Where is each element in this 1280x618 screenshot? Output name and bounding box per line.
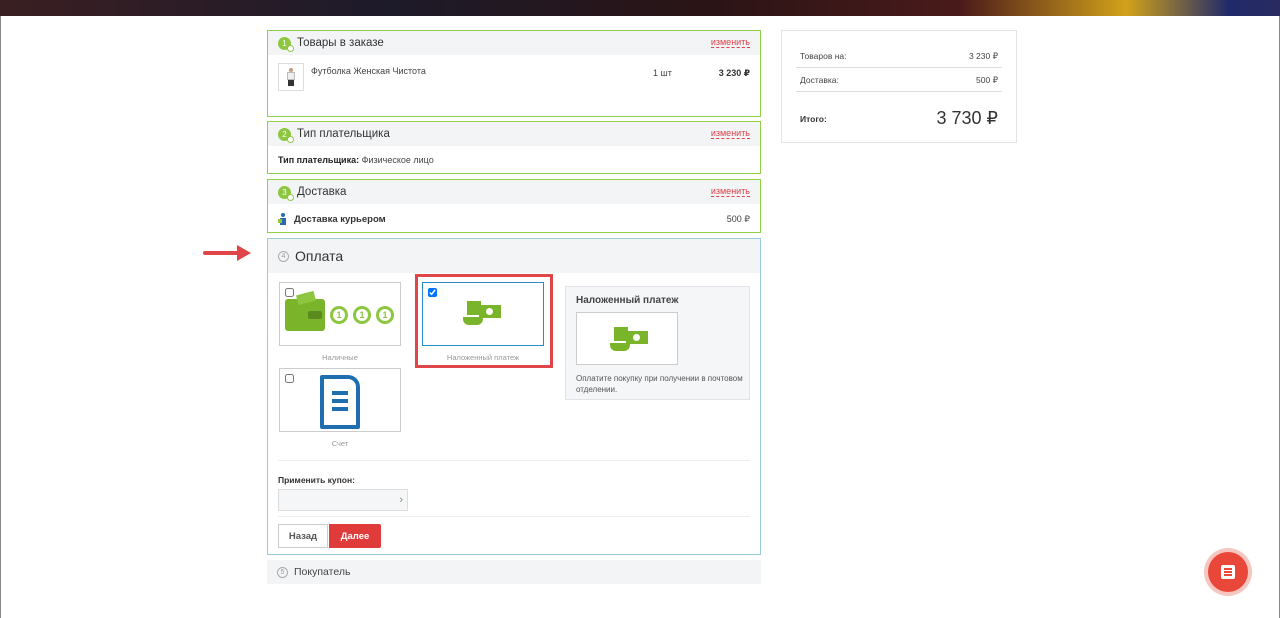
order-items-header: 1 Товары в заказе изменить [268, 31, 760, 55]
step-2-icon: 2 [278, 127, 294, 143]
step-5-icon: 5 [277, 566, 288, 578]
section-title: Покупатель [294, 566, 351, 578]
step-3-icon: 3 [278, 185, 294, 201]
back-button[interactable]: Назад [278, 524, 328, 548]
change-payer-type-link[interactable]: изменить [710, 128, 750, 139]
summary-divider [796, 91, 1002, 92]
delivery-section: 3 Доставка изменить Доставка курьером 50… [267, 179, 761, 233]
delivery-method-name: Доставка курьером [294, 214, 386, 225]
chevron-right-icon[interactable]: › [399, 494, 403, 506]
section-title: Тип плательщика [297, 128, 390, 140]
product-price: 3 230 ₽ [718, 68, 750, 78]
divider [278, 460, 750, 461]
step-4-icon: 4 [278, 250, 289, 262]
summary-delivery-row: Доставка: 500 ₽ [800, 75, 998, 85]
change-order-items-link[interactable]: изменить [710, 37, 750, 48]
section-title: Доставка [297, 186, 347, 198]
buyer-section: 5 Покупатель [267, 560, 761, 584]
payment-option-invoice[interactable] [279, 368, 401, 432]
payer-type-header: 2 Тип плательщика изменить [268, 122, 760, 146]
section-title: Оплата [295, 248, 344, 264]
wallet-coins-icon [285, 290, 325, 331]
summary-divider [796, 67, 1002, 68]
summary-goods-value: 3 230 ₽ [968, 51, 998, 61]
chat-fab-button[interactable] [1208, 552, 1248, 592]
section-title: Товары в заказе [297, 37, 384, 49]
selected-payment-image [576, 312, 678, 365]
summary-goods-row: Товаров на: 3 230 ₽ [800, 51, 998, 61]
summary-delivery-value: 500 ₽ [976, 75, 998, 85]
courier-icon [278, 213, 288, 225]
delivery-header: 3 Доставка изменить [268, 180, 760, 204]
payer-type-value: Тип плательщика: Физическое лицо [278, 155, 434, 165]
payment-option-cash[interactable]: 1 1 1 [279, 282, 401, 346]
delivery-price: 500 ₽ [726, 214, 750, 224]
coupon-input[interactable]: › [278, 489, 408, 511]
product-thumbnail[interactable] [278, 63, 304, 91]
cash-checkbox[interactable] [285, 288, 294, 297]
change-delivery-link[interactable]: изменить [710, 186, 750, 197]
divider [278, 516, 750, 517]
summary-total-value: 3 730 ₽ [936, 108, 999, 128]
payment-section: 4 Оплата 1 1 1 Наличные Наложенный плате… [267, 238, 761, 555]
payer-type-section: 2 Тип плательщика изменить Тип плательщи… [267, 121, 761, 174]
summary-total-label: Итого: [800, 114, 827, 124]
selected-payment-title: Наложенный платеж [576, 295, 679, 306]
coupon-label: Применить купон: [278, 475, 355, 485]
step-1-icon: 1 [278, 36, 294, 52]
payment-option-label: Наличные [322, 353, 358, 362]
next-button[interactable]: Далее [329, 524, 381, 548]
summary-goods-label: Товаров на: [800, 51, 847, 61]
order-items-section: 1 Товары в заказе изменить Футболка Женс… [267, 30, 761, 117]
summary-delivery-label: Доставка: [800, 75, 839, 85]
note-icon [1221, 565, 1235, 579]
order-item-row: Футболка Женская Чистота 1 шт 3 230 ₽ [278, 63, 750, 91]
delivery-method-row: Доставка курьером 500 ₽ [278, 213, 750, 227]
product-quantity: 1 шт [653, 68, 672, 78]
payment-header: 4 Оплата [268, 239, 760, 273]
buyer-header[interactable]: 5 Покупатель [267, 560, 761, 584]
cash-on-delivery-icon [610, 325, 652, 355]
selected-payment-description: Оплатите покупку при получении в почтово… [576, 374, 743, 394]
product-name[interactable]: Футболка Женская Чистота [311, 66, 426, 76]
selection-highlight [415, 274, 553, 368]
selected-payment-info: Наложенный платеж Оплатите покупку при п… [565, 286, 750, 400]
document-icon [320, 375, 360, 429]
payment-option-label: Счет [331, 439, 349, 448]
order-summary: Товаров на: 3 230 ₽ Доставка: 500 ₽ Итог… [781, 30, 1017, 143]
browser-top-strip [0, 0, 1280, 16]
red-arrow-annotation [203, 245, 251, 261]
invoice-checkbox[interactable] [285, 374, 294, 383]
